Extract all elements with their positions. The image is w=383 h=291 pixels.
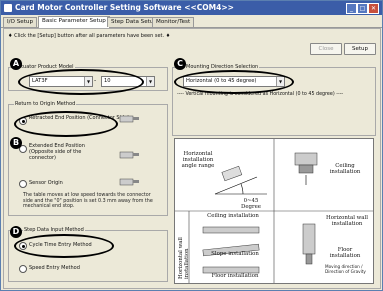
slope-installation-label: Slope installation: [211, 251, 259, 257]
diagram-legend: Moving direction / Direction of Gravity: [325, 264, 366, 274]
close-window-button[interactable]: ✕: [368, 3, 379, 14]
horizontal-wall-label: Horizontal wall installation: [326, 215, 368, 227]
radio-sensor-origin[interactable]: [19, 180, 27, 188]
ceiling-installation-label-2: Ceiling installation: [207, 213, 259, 219]
basic-parameter-panel: ♦ Click the [Setup] button after all par…: [3, 28, 381, 289]
marker-d: D: [10, 226, 22, 238]
tab-io-setup[interactable]: I/O Setup: [3, 17, 37, 27]
close-button[interactable]: Close: [310, 43, 342, 55]
highlight-oval-a: [18, 69, 144, 95]
return-to-origin-note: The table moves at low speed towards the…: [23, 193, 153, 209]
radio-speed-entry[interactable]: [19, 265, 27, 273]
step-data-input-label: Step Data Input Method: [23, 227, 85, 233]
highlight-oval-b: [14, 111, 118, 137]
setup-button[interactable]: Setup: [344, 43, 376, 55]
actuator-thumbnail: [119, 115, 139, 123]
floor-installation-label: Floor installation: [329, 247, 361, 259]
tab-basic-parameter-setup[interactable]: Basic Parameter Setup: [38, 16, 110, 28]
marker-c: C: [174, 58, 186, 70]
horizontal-range-figure: [214, 165, 267, 195]
ceiling-figure: [294, 152, 318, 185]
marker-b: B: [10, 137, 22, 149]
radio-speed-entry-label: Speed Entry Method: [29, 265, 80, 271]
floor-vertical-figure: [302, 223, 316, 265]
horizontal-wall-figure: [202, 226, 260, 274]
mounting-diagram: Horizontal installation angle range 0~45…: [174, 138, 374, 284]
marker-a: A: [10, 58, 22, 70]
title-bar: Card Motor Controller Setting Software <…: [1, 1, 382, 15]
tab-bar: I/O Setup Basic Parameter Setup Step Dat…: [1, 15, 382, 28]
ceiling-installation-label: Ceiling installation: [329, 163, 361, 175]
mounting-direction-label: Mounting Direction Selection: [185, 64, 260, 70]
app-window: Card Motor Controller Setting Software <…: [0, 0, 383, 291]
horizontal-range-label: Horizontal installation angle range: [181, 151, 215, 169]
horizontal-wall-vertical-label: Horizontal wall installation: [178, 237, 190, 279]
radio-extended-end-label: Extended End Position (Opposite side of …: [29, 143, 85, 161]
actuator-thumbnail: [119, 178, 139, 186]
app-icon: [4, 4, 12, 12]
floor-installation-label-2: Floor installation: [211, 273, 259, 279]
setup-notice: ♦ Click the [Setup] button after all par…: [8, 33, 171, 39]
return-to-origin-label: Return to Origin Method: [14, 101, 77, 107]
actuator-thumbnail: [119, 151, 139, 159]
chevron-down-icon: ▼: [146, 77, 154, 86]
tab-monitor-test[interactable]: Monitor/Test: [152, 17, 195, 27]
maximize-button[interactable]: □: [357, 3, 368, 14]
angle-label: 0~45 Degree: [241, 198, 261, 210]
radio-sensor-origin-label: Sensor Origin: [29, 180, 63, 186]
highlight-oval-d: [14, 234, 114, 258]
minimize-button[interactable]: _: [346, 3, 357, 14]
highlight-oval-c: [174, 70, 294, 94]
window-title: Card Motor Controller Setting Software <…: [15, 3, 234, 12]
